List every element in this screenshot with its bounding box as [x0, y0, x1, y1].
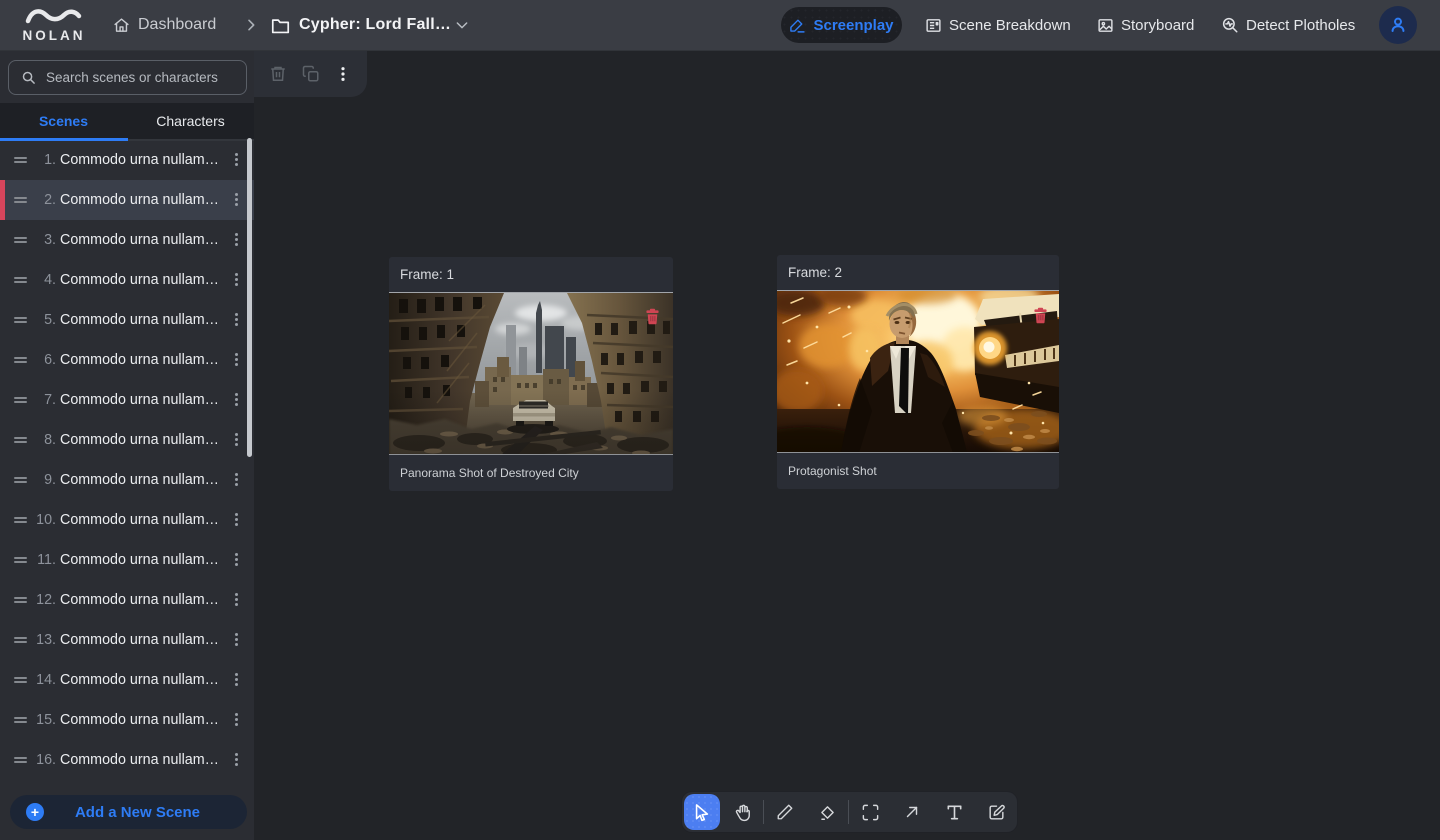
svg-text:NOLAN: NOLAN	[23, 28, 86, 43]
